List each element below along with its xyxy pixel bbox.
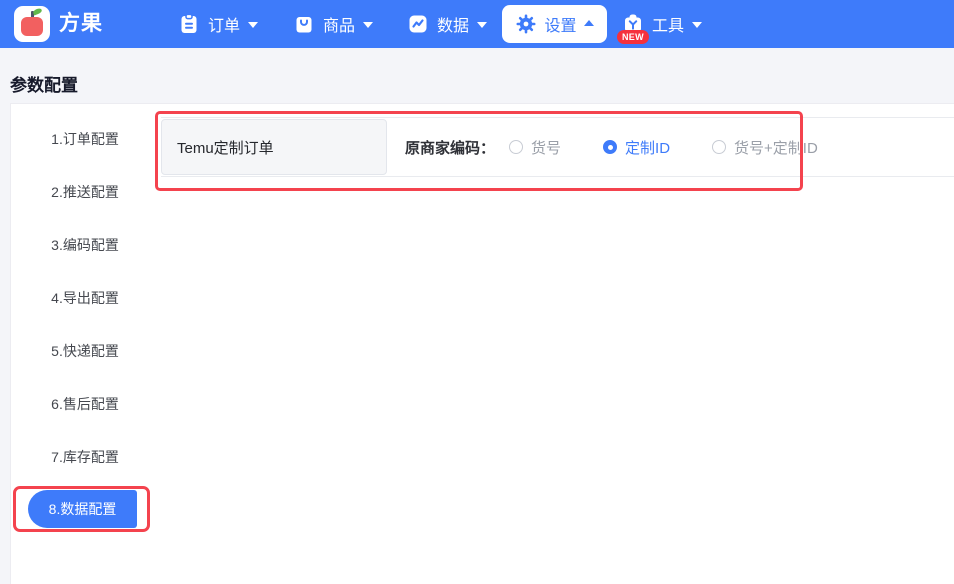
radio-circle-selected[interactable] <box>603 140 618 154</box>
chevron-down-icon <box>248 22 259 28</box>
nav-label-products: 商品 <box>323 18 356 35</box>
clipboard-icon <box>181 13 197 33</box>
top-navbar: 方果 订单 商品 数据 设置 NEW 工具 <box>0 0 954 48</box>
nav-label-settings: 设置 <box>544 18 577 35</box>
chart-icon <box>409 15 427 33</box>
chevron-down-icon <box>477 22 488 28</box>
settings-row-name: Temu定制订单 <box>161 119 387 175</box>
nav-item-products[interactable]: 商品 <box>293 0 374 48</box>
radio-label: 定制ID <box>625 139 671 157</box>
settings-row: Temu定制订单 原商家编码： 货号 定制ID 货号+定制ID <box>161 117 954 177</box>
new-badge: NEW <box>617 30 649 44</box>
sidebar-item-code-config[interactable]: 3.编码配置 <box>10 236 160 254</box>
toolbox-icon-wrap: NEW <box>617 13 649 44</box>
brand[interactable]: 方果 <box>14 6 103 42</box>
radio-circle-unselected[interactable] <box>712 140 727 154</box>
bag-icon <box>296 17 312 33</box>
radio-label: 货号+定制ID <box>734 139 818 157</box>
field-label: 原商家编码： <box>405 139 496 157</box>
logo-leaf <box>32 7 43 16</box>
radio-option-huohao-plus-custom-id[interactable]: 货号+定制ID <box>712 137 818 158</box>
sidebar-item-data-config-active[interactable]: 8.数据配置 <box>28 490 137 528</box>
nav-item-data[interactable]: 数据 <box>407 0 488 48</box>
chevron-down-icon <box>363 22 374 28</box>
brand-name: 方果 <box>59 12 103 35</box>
chevron-up-icon <box>583 20 594 26</box>
settings-row-options: 原商家编码： 货号 定制ID 货号+定制ID <box>405 118 860 176</box>
sidebar-item-order-config[interactable]: 1.订单配置 <box>10 130 160 148</box>
radio-option-custom-id[interactable]: 定制ID <box>603 137 670 158</box>
chevron-down-icon <box>692 22 703 28</box>
radio-circle-unselected[interactable] <box>509 140 524 154</box>
sidebar-item-export-config[interactable]: 4.导出配置 <box>10 289 160 307</box>
logo-fruit <box>21 17 43 36</box>
sidebar-item-push-config[interactable]: 2.推送配置 <box>10 183 160 201</box>
screen: 方果 订单 商品 数据 设置 NEW 工具 参数配置 1.订单配置 2.推送配置… <box>0 0 954 584</box>
sidebar-item-aftersale-config[interactable]: 6.售后配置 <box>10 395 160 413</box>
sidebar-item-stock-config[interactable]: 7.库存配置 <box>10 448 160 466</box>
nav-label-orders: 订单 <box>208 18 241 35</box>
nav-item-settings-active[interactable]: 设置 <box>502 5 607 43</box>
sidebar-item-express-config[interactable]: 5.快递配置 <box>10 342 160 360</box>
nav-label-tools: 工具 <box>652 18 685 35</box>
app-logo-icon <box>14 6 50 42</box>
page-title: 参数配置 <box>10 76 78 95</box>
gear-icon <box>516 14 536 34</box>
nav-item-tools[interactable]: NEW 工具 <box>617 0 703 48</box>
nav-item-orders[interactable]: 订单 <box>178 0 259 48</box>
radio-label: 货号 <box>531 139 562 157</box>
radio-option-huohao[interactable]: 货号 <box>509 137 561 158</box>
nav-label-data: 数据 <box>437 18 470 35</box>
radio-dot <box>607 144 613 150</box>
